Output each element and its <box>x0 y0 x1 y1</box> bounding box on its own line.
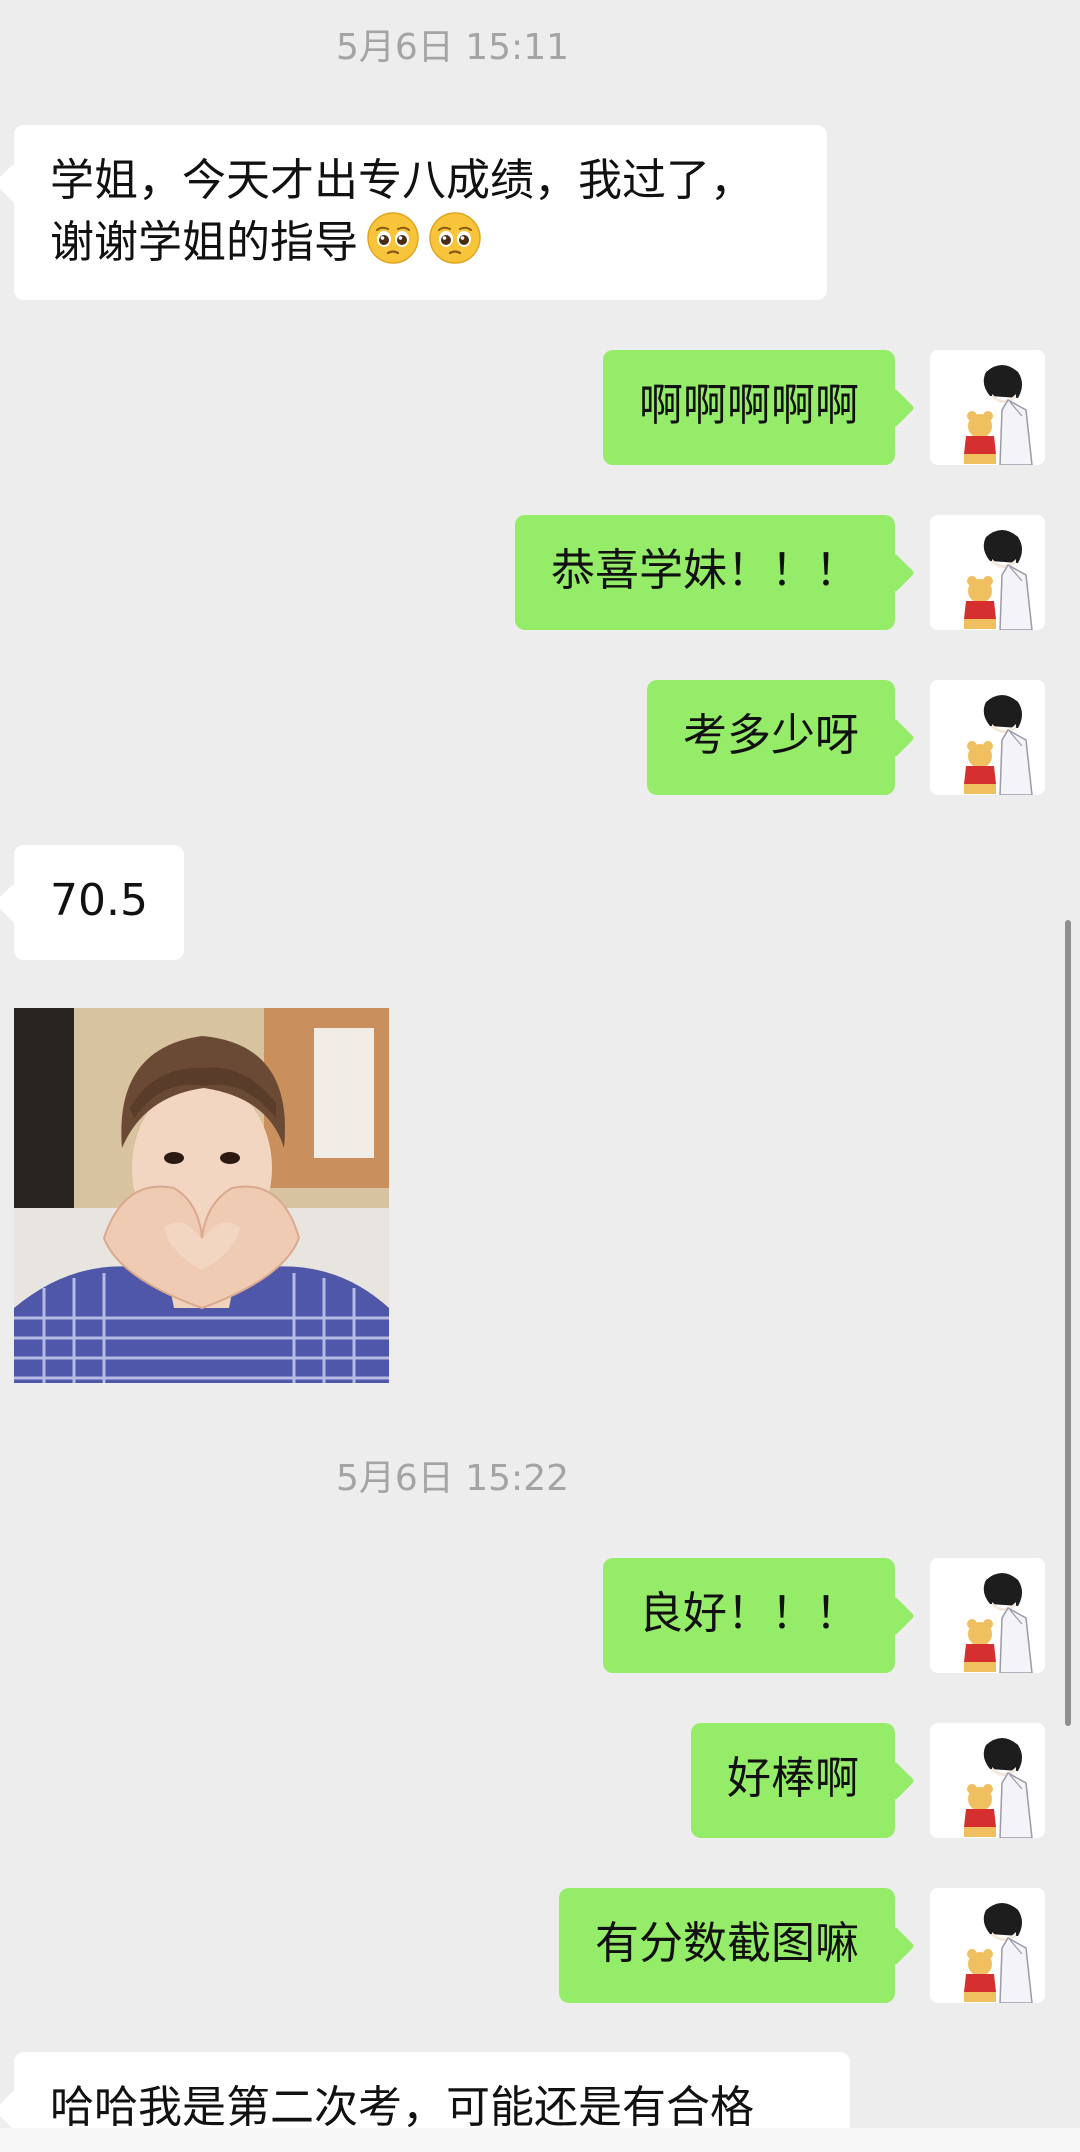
incoming-message-bubble[interactable]: 70.5 <box>14 845 184 960</box>
message-text: 70.5 <box>50 875 148 926</box>
outgoing-message-bubble[interactable]: 有分数截图嘛 <box>559 1888 895 2003</box>
avatar[interactable] <box>930 680 1045 795</box>
avatar-illustration-icon <box>930 350 1045 465</box>
pleading-face-emoji <box>366 211 420 265</box>
outgoing-message-bubble[interactable]: 啊啊啊啊啊 <box>603 350 895 465</box>
message-text: 学姐，今天才出专八成绩，我过了， <box>50 155 754 206</box>
photo-heart-hands-icon <box>14 1008 389 1383</box>
scrollbar[interactable] <box>1065 920 1071 1726</box>
avatar[interactable] <box>930 1723 1045 1838</box>
avatar[interactable] <box>930 1558 1045 1673</box>
incoming-message-bubble[interactable]: 学姐，今天才出专八成绩，我过了， 谢谢学姐的指导 <box>14 125 827 300</box>
outgoing-message-bubble[interactable]: 恭喜学妹！！！ <box>515 515 895 630</box>
avatar-illustration-icon <box>930 1888 1045 2003</box>
avatar[interactable] <box>930 350 1045 465</box>
message-text: 考多少呀 <box>683 710 859 761</box>
avatar-illustration-icon <box>930 1558 1045 1673</box>
outgoing-message-bubble[interactable]: 好棒啊 <box>691 1723 895 1838</box>
message-text: 好棒啊 <box>727 1753 859 1804</box>
message-text: 啊啊啊啊啊 <box>639 380 859 431</box>
avatar[interactable] <box>930 1888 1045 2003</box>
timestamp: 5月6日 15:11 <box>336 27 569 68</box>
avatar[interactable] <box>930 515 1045 630</box>
incoming-image-message[interactable] <box>14 1008 389 1383</box>
avatar-illustration-icon <box>930 1723 1045 1838</box>
avatar-illustration-icon <box>930 680 1045 795</box>
avatar-illustration-icon <box>930 515 1045 630</box>
message-text: 有分数截图嘛 <box>595 1918 859 1969</box>
message-text: 哈哈我是第二次考，可能还是有合格 <box>50 2082 754 2133</box>
timestamp: 5月6日 15:22 <box>336 1458 569 1499</box>
outgoing-message-bubble[interactable]: 良好！！！ <box>603 1558 895 1673</box>
message-text: 谢谢学姐的指导 <box>50 217 358 268</box>
chat-message-list[interactable]: 5月6日 15:11 学姐，今天才出专八成绩，我过了， 谢谢学姐的指导 啊啊啊啊… <box>0 0 1080 2152</box>
message-text: 恭喜学妹！！！ <box>551 545 859 596</box>
pleading-face-emoji <box>428 211 482 265</box>
message-text: 良好！！！ <box>639 1588 859 1639</box>
outgoing-message-bubble[interactable]: 考多少呀 <box>647 680 895 795</box>
